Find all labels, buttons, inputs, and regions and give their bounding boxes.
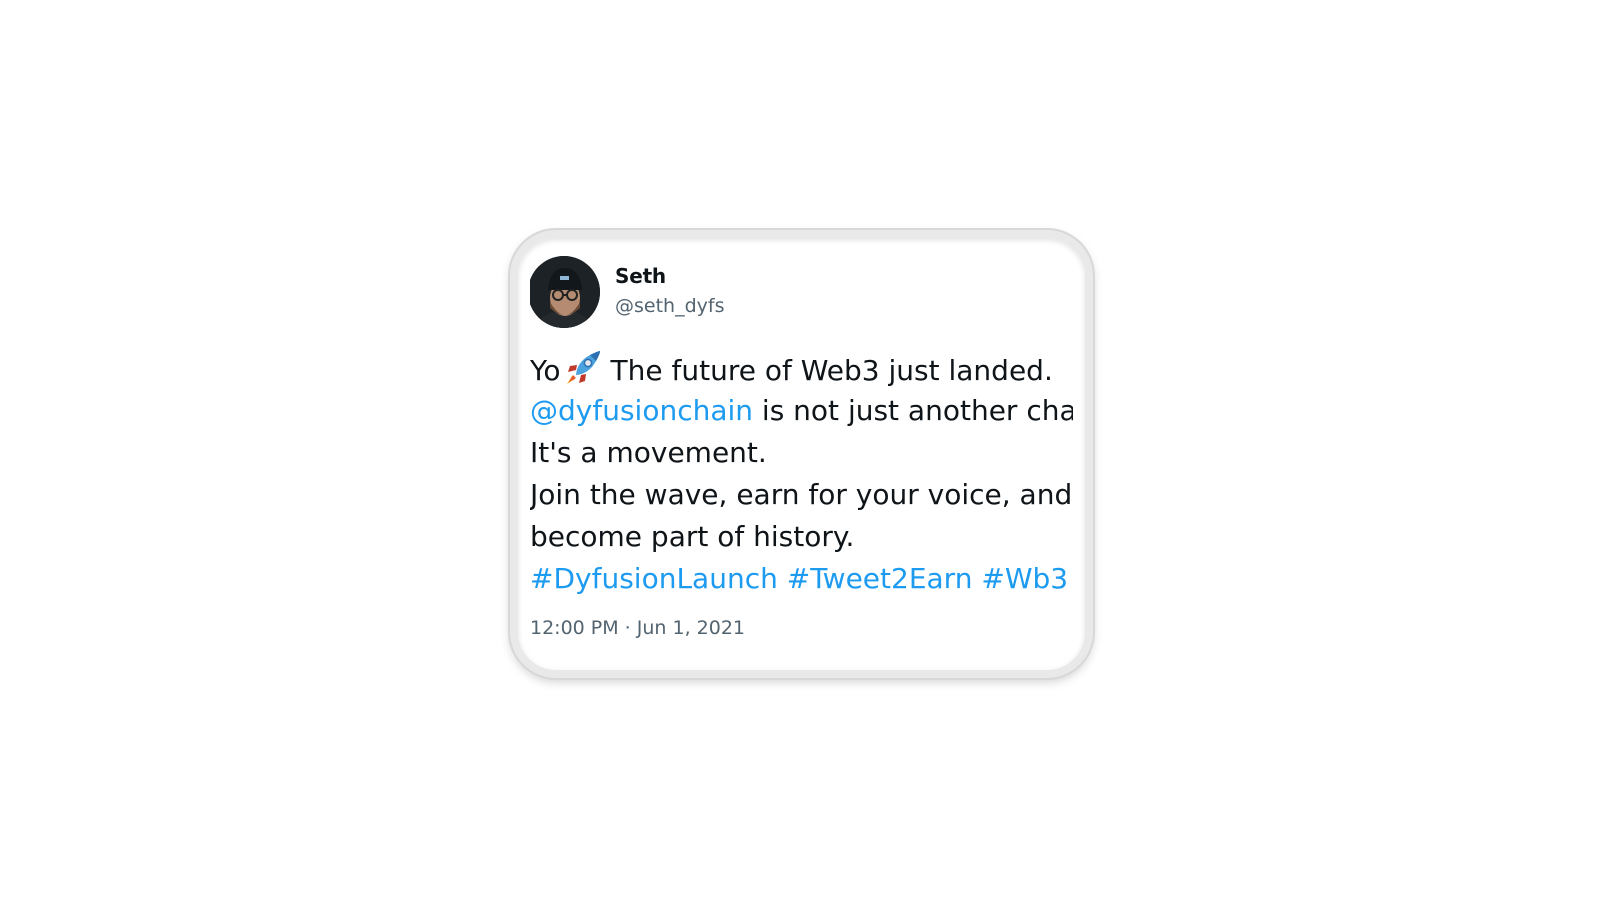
tweet-screenshot-frame: Seth @seth_dyfs Yo The future of Web3 ju… xyxy=(510,230,1093,678)
hashtag-line: #DyfusionLaunch #Tweet2Earn #Wb3 xyxy=(530,558,1073,600)
display-name[interactable]: Seth xyxy=(615,264,666,288)
hashtag-link[interactable]: #Tweet2Earn xyxy=(787,562,973,595)
page: Seth @seth_dyfs Yo The future of Web3 ju… xyxy=(0,0,1600,900)
user-handle[interactable]: @seth_dyfs xyxy=(615,295,724,317)
tweet-line-5: become part of history. xyxy=(530,520,855,553)
tweet-timestamp[interactable]: 12:00 PM · Jun 1, 2021 xyxy=(530,617,745,639)
tweet-text: Yo The future of Web3 just landed. @dyfu… xyxy=(530,348,1073,600)
tweet-line-4: Join the wave, earn for your voice, and xyxy=(530,478,1073,511)
mention-link[interactable]: @dyfusionchain xyxy=(530,394,753,427)
rocket-emoji-icon xyxy=(563,348,603,388)
avatar[interactable] xyxy=(530,256,600,328)
tweet-card[interactable]: Seth @seth_dyfs Yo The future of Web3 ju… xyxy=(530,250,1073,658)
tweet-line-1: Yo The future of Web3 just landed. xyxy=(530,348,1073,390)
tweet-line-2: @dyfusionchain is not just another cha xyxy=(530,390,1073,432)
tweet-screenshot: Seth @seth_dyfs Yo The future of Web3 ju… xyxy=(530,250,1073,658)
text-yo: Yo xyxy=(530,354,561,387)
hashtag-link[interactable]: #Wb3 xyxy=(981,562,1068,595)
tweet-line-3: It's a movement. xyxy=(530,436,767,469)
hashtag-link[interactable]: #DyfusionLaunch xyxy=(530,562,778,595)
text-not-just: is not just another cha xyxy=(753,394,1073,427)
text-future: The future of Web3 just landed. xyxy=(610,354,1053,387)
